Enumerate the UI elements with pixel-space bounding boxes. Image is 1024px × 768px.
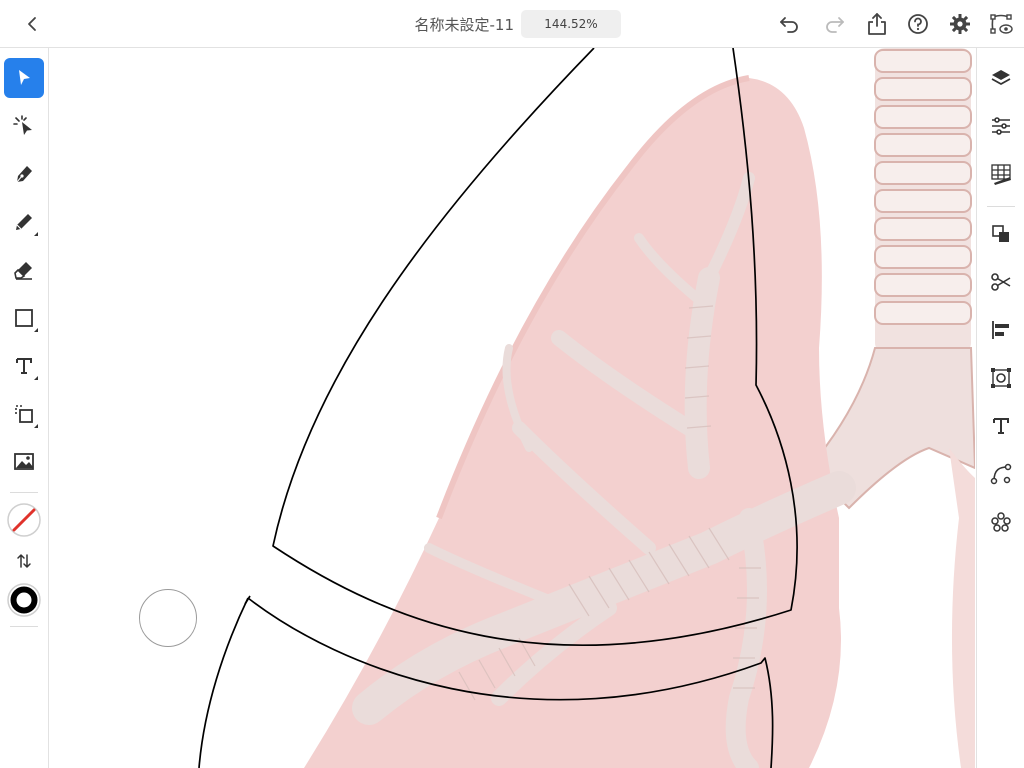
submenu-indicator — [34, 328, 38, 332]
pen-tool[interactable] — [4, 154, 44, 194]
share-icon — [868, 13, 886, 35]
toolbar-divider — [10, 626, 38, 627]
path-button[interactable] — [987, 460, 1015, 488]
align-button[interactable] — [987, 316, 1015, 344]
rectangle-icon — [15, 309, 33, 327]
sparkle-cursor-icon — [13, 115, 32, 135]
undo-button[interactable] — [776, 10, 804, 38]
help-icon — [908, 14, 928, 34]
layers-button[interactable] — [987, 64, 1015, 92]
redo-button[interactable] — [820, 10, 848, 38]
redo-icon — [826, 17, 844, 33]
rotate-tool[interactable] — [4, 394, 44, 434]
document-title[interactable]: 名称未設定-11 — [380, 14, 514, 35]
direct-selection-tool[interactable] — [4, 106, 44, 146]
type-icon — [16, 358, 32, 374]
fill-color-swatch[interactable] — [4, 500, 44, 540]
pen-nib-icon — [16, 166, 32, 183]
help-button[interactable] — [904, 10, 932, 38]
path-icon — [990, 463, 1012, 485]
settings-button[interactable] — [946, 10, 974, 38]
align-icon — [992, 321, 1009, 339]
lung-illustration — [198, 48, 975, 768]
text-panel-button[interactable] — [987, 412, 1015, 440]
stroke-ring-icon — [7, 583, 41, 617]
selection-tool[interactable] — [4, 58, 44, 98]
grid-ruler-icon — [991, 164, 1011, 185]
rotate-square-icon — [15, 405, 33, 423]
grid-button[interactable] — [987, 160, 1015, 188]
arrange-icon — [992, 225, 1009, 242]
scissors-icon — [991, 273, 1011, 291]
submenu-indicator — [34, 376, 38, 380]
type-tool[interactable] — [4, 346, 44, 386]
layers-icon — [991, 70, 1011, 85]
transform-button[interactable] — [987, 364, 1015, 392]
repeat-button[interactable] — [987, 508, 1015, 536]
stroke-color-swatch[interactable] — [4, 580, 44, 620]
arrow-cursor-icon — [19, 70, 30, 85]
artboard-canvas[interactable] — [49, 48, 975, 768]
cut-button[interactable] — [987, 268, 1015, 296]
left-toolbar — [0, 48, 49, 768]
path-preview-icon — [990, 14, 1013, 34]
top-bar: 名称未設定-11 144.52% — [0, 0, 1024, 48]
toolbar-divider — [10, 492, 38, 493]
properties-button[interactable] — [987, 112, 1015, 140]
submenu-indicator — [34, 424, 38, 428]
share-button[interactable] — [863, 10, 891, 38]
pencil-icon — [16, 214, 32, 230]
swap-arrows-icon — [17, 554, 31, 568]
no-fill-icon — [7, 503, 41, 537]
touch-shortcut-button[interactable] — [139, 589, 197, 647]
pencil-tool[interactable] — [4, 202, 44, 242]
text-panel-icon — [993, 418, 1009, 434]
eraser-icon — [14, 262, 32, 280]
arrange-button[interactable] — [987, 220, 1015, 248]
properties-icon — [992, 117, 1010, 135]
back-button[interactable] — [18, 10, 46, 38]
right-toolbar — [976, 48, 1024, 768]
image-icon — [14, 453, 34, 470]
preview-button[interactable] — [987, 10, 1015, 38]
repeat-icon — [991, 512, 1011, 532]
eraser-tool[interactable] — [4, 250, 44, 290]
undo-icon — [780, 17, 798, 33]
chevron-left-icon — [28, 17, 36, 31]
transform-icon — [991, 368, 1011, 388]
zoom-level[interactable]: 144.52% — [521, 10, 621, 38]
swap-fill-stroke-button[interactable] — [4, 541, 44, 581]
shape-tool[interactable] — [4, 298, 44, 338]
submenu-indicator — [34, 232, 38, 236]
gear-icon — [950, 14, 970, 34]
place-image-tool[interactable] — [4, 442, 44, 482]
toolbar-divider — [987, 206, 1015, 207]
